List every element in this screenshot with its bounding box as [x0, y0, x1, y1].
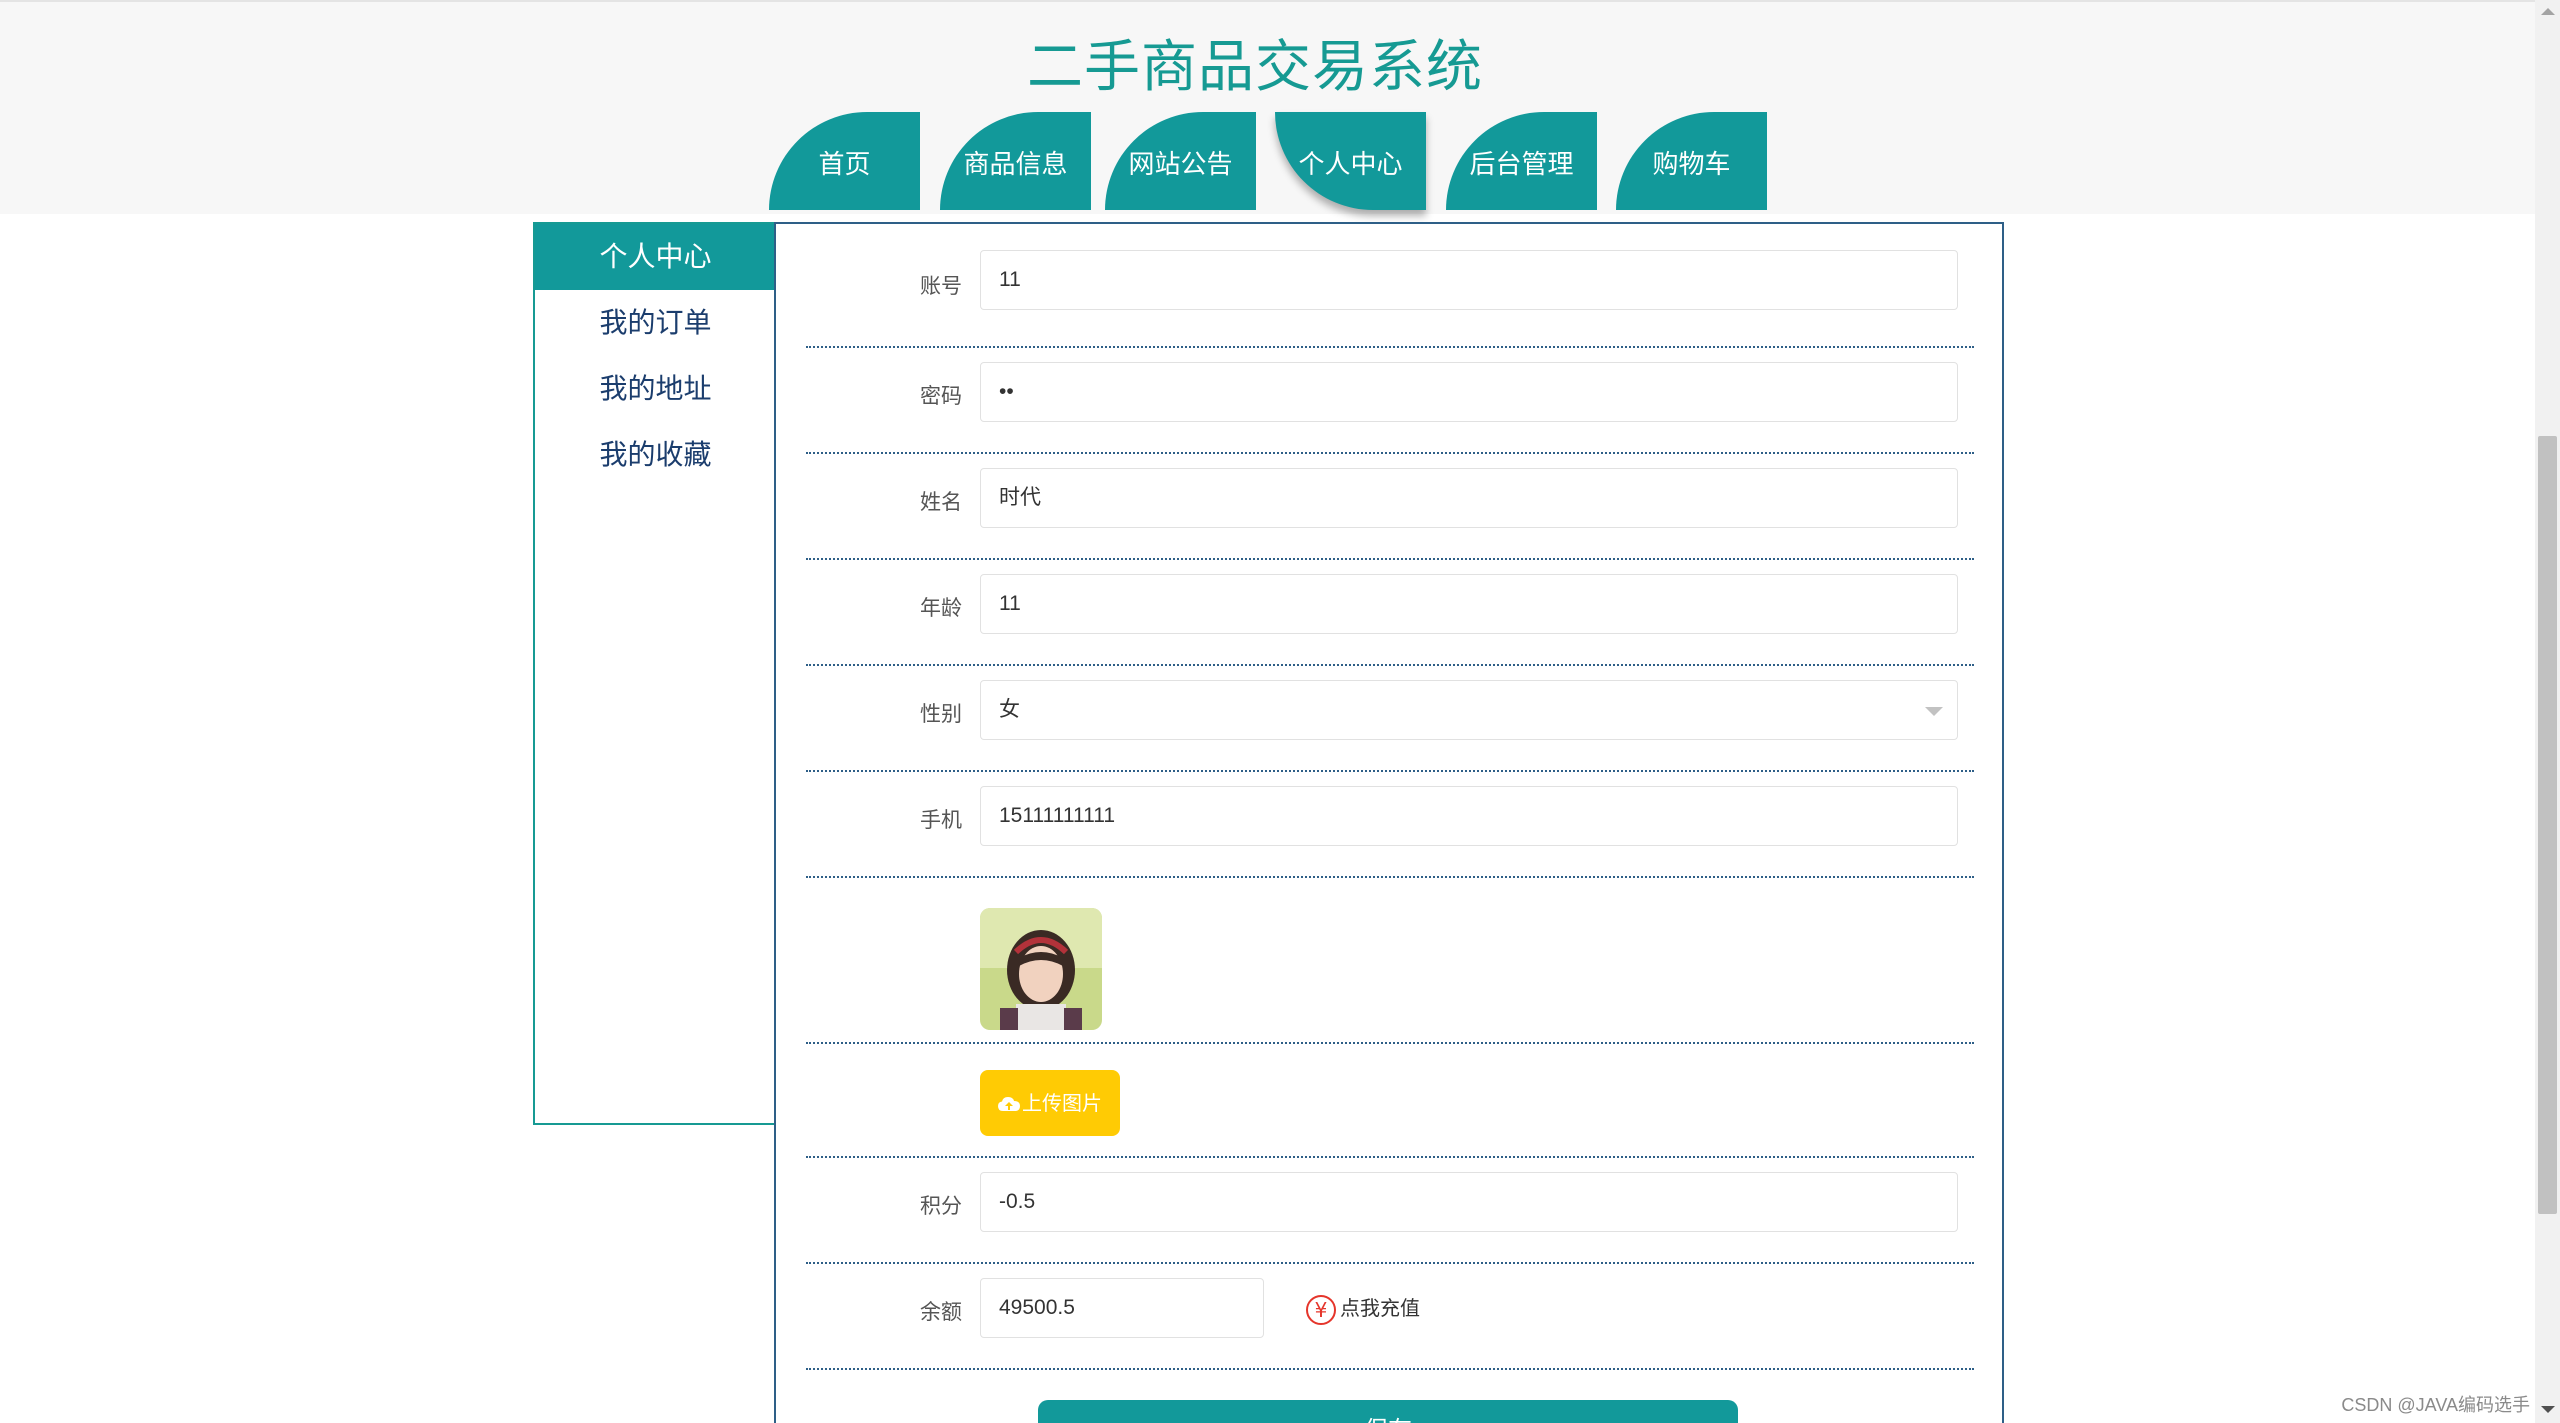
account-input[interactable]: 11	[980, 250, 1958, 310]
page-scrollbar[interactable]	[2535, 0, 2560, 1423]
phone-input[interactable]: 15111111111	[980, 786, 1958, 846]
scroll-up-icon[interactable]	[2541, 8, 2555, 15]
save-button[interactable]: 保存	[1038, 1400, 1738, 1423]
form-row-gender: 性别 女	[806, 666, 1974, 772]
password-input[interactable]: ••	[980, 362, 1958, 422]
recharge-link[interactable]: ¥ 点我充值	[1306, 1292, 1420, 1325]
form-row-avatar	[806, 878, 1974, 1044]
form-row-points: 积分 -0.5	[806, 1158, 1974, 1264]
form-row-password: 密码 ••	[806, 348, 1974, 454]
scrollbar-thumb[interactable]	[2538, 436, 2557, 1214]
sidebar-item-my-orders[interactable]: 我的订单	[535, 290, 776, 356]
balance-label: 余额	[920, 1300, 962, 1324]
nav-tab-products[interactable]: 商品信息	[940, 112, 1091, 210]
upload-image-label: 上传图片	[1022, 1091, 1102, 1115]
form-row-age: 年龄 11	[806, 560, 1974, 666]
gender-select-value: 女	[999, 698, 1020, 721]
scroll-down-icon[interactable]	[2541, 1406, 2555, 1413]
avatar-photo-icon	[980, 908, 1102, 1030]
form-row-phone: 手机 15111111111	[806, 772, 1974, 878]
avatar	[980, 908, 1102, 1030]
form-row-upload: 上传图片	[806, 1044, 1974, 1158]
chevron-down-icon	[1925, 707, 1943, 716]
nav-tab-admin[interactable]: 后台管理	[1446, 112, 1597, 210]
profile-form: 账号 11 密码 •• 姓名 时代 年龄 11 性别 女 手机 15111111…	[774, 222, 2004, 1423]
phone-label: 手机	[920, 808, 962, 832]
nav-tab-home[interactable]: 首页	[769, 112, 920, 210]
form-row-account: 账号 11	[806, 244, 1974, 348]
points-label: 积分	[920, 1194, 962, 1218]
password-label: 密码	[920, 384, 962, 408]
sidebar: 个人中心 我的订单 我的地址 我的收藏	[533, 222, 776, 1125]
nav-tab-announcements[interactable]: 网站公告	[1105, 112, 1256, 210]
gender-select[interactable]: 女	[980, 680, 1958, 740]
points-input[interactable]: -0.5	[980, 1172, 1958, 1232]
nav-tab-cart[interactable]: 购物车	[1616, 112, 1767, 210]
nav-tab-personal-center[interactable]: 个人中心	[1275, 112, 1426, 210]
balance-input[interactable]: 49500.5	[980, 1278, 1264, 1338]
recharge-label: 点我充值	[1340, 1296, 1420, 1320]
site-title: 二手商品交易系统	[1027, 35, 1483, 100]
age-input[interactable]: 11	[980, 574, 1958, 634]
yen-icon: ¥	[1306, 1294, 1336, 1325]
watermark: CSDN @JAVA编码选手	[2341, 1395, 2530, 1415]
account-label: 账号	[920, 274, 962, 298]
form-row-balance: 余额 49500.5 ¥ 点我充值	[806, 1264, 1974, 1370]
header: 二手商品交易系统 首页 商品信息 网站公告 个人中心 后台管理 购物车	[0, 0, 2535, 214]
sidebar-item-my-favorites[interactable]: 我的收藏	[535, 422, 776, 488]
age-label: 年龄	[920, 596, 962, 620]
sidebar-item-personal-center[interactable]: 个人中心	[535, 224, 776, 290]
name-label: 姓名	[920, 490, 962, 514]
sidebar-item-my-address[interactable]: 我的地址	[535, 356, 776, 422]
upload-image-button[interactable]: 上传图片	[980, 1070, 1120, 1136]
cloud-upload-icon	[998, 1072, 1020, 1138]
gender-label: 性别	[920, 702, 962, 726]
form-row-name: 姓名 时代	[806, 454, 1974, 560]
name-input[interactable]: 时代	[980, 468, 1958, 528]
